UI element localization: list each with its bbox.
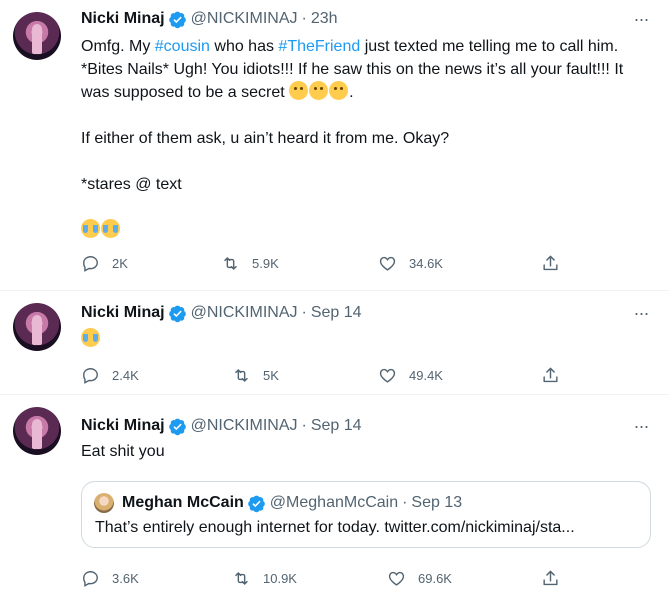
face-with-tears-of-joy-icon xyxy=(81,328,100,347)
avatar[interactable] xyxy=(13,407,61,455)
heart-icon xyxy=(388,571,405,586)
retweet-button[interactable]: 5K xyxy=(232,364,279,386)
quoted-display-name: Meghan McCain xyxy=(122,494,244,511)
verified-badge-icon xyxy=(168,418,186,435)
separator: · xyxy=(301,304,307,321)
like-count: 69.6K xyxy=(418,570,452,586)
reply-count: 2K xyxy=(112,255,128,271)
tired-face-icon xyxy=(329,81,349,100)
tweet-actions: 3.6K 10.9K 69.6K xyxy=(81,567,571,589)
timestamp[interactable]: Sep 14 xyxy=(311,304,362,322)
reply-icon xyxy=(83,255,98,272)
retweet-button[interactable]: 10.9K xyxy=(232,567,297,589)
more-options-icon[interactable]: ··· xyxy=(631,9,651,29)
separator: · xyxy=(301,417,307,434)
tweet-actions: 2.4K 5K 49.4K xyxy=(81,364,571,386)
verified-badge-icon xyxy=(168,11,186,28)
reply-button[interactable]: 2.4K xyxy=(81,364,139,386)
timestamp[interactable]: Sep 14 xyxy=(311,417,362,435)
tweet-header: Nicki Minaj @NICKIMINAJ · Sep 14 xyxy=(81,416,362,436)
verified-badge-icon xyxy=(168,305,186,322)
like-button[interactable]: 34.6K xyxy=(378,252,443,274)
retweet-icon xyxy=(235,368,248,382)
hashtag-link[interactable]: #TheFriend xyxy=(278,38,360,55)
share-button[interactable] xyxy=(541,364,560,386)
quoted-timestamp: Sep 13 xyxy=(411,494,463,511)
share-button[interactable] xyxy=(541,567,560,589)
loudly-crying-face-icon xyxy=(81,219,100,238)
display-name[interactable]: Nicki Minaj xyxy=(81,10,165,28)
like-count: 49.4K xyxy=(409,367,443,383)
like-button[interactable]: 49.4K xyxy=(378,364,443,386)
face-with-tears-of-joy-icon xyxy=(101,219,120,238)
timestamp[interactable]: 23h xyxy=(311,10,338,28)
handle[interactable]: @NICKIMINAJ xyxy=(191,304,298,322)
tweet-paragraph: *stares @ text xyxy=(81,176,182,193)
verified-badge-icon xyxy=(247,495,265,512)
pleading-face-icon xyxy=(309,81,329,100)
retweet-count: 5.9K xyxy=(252,255,279,271)
reply-icon xyxy=(83,367,98,384)
handle[interactable]: @NICKIMINAJ xyxy=(191,417,298,435)
heart-icon xyxy=(379,368,396,383)
share-button[interactable] xyxy=(541,252,560,274)
tweet-text xyxy=(81,328,651,351)
share-icon xyxy=(543,570,558,585)
share-icon xyxy=(543,255,558,270)
tweet-text: Omfg. My #cousin who has #TheFriend just… xyxy=(81,35,651,242)
tweet[interactable]: Nicki Minaj @NICKIMINAJ · 23h ··· Omfg. … xyxy=(0,0,669,291)
display-name[interactable]: Nicki Minaj xyxy=(81,417,165,435)
reply-count: 3.6K xyxy=(112,570,139,586)
separator: · xyxy=(301,10,307,27)
hashtag-link[interactable]: #cousin xyxy=(155,38,210,55)
reply-icon xyxy=(83,570,98,587)
tweet-header: Nicki Minaj @NICKIMINAJ · 23h xyxy=(81,9,338,29)
retweet-count: 5K xyxy=(263,367,279,383)
like-count: 34.6K xyxy=(409,255,443,271)
retweet-icon xyxy=(224,256,237,270)
quoted-tweet[interactable]: Meghan McCain @MeghanMcCain · Sep 13 Tha… xyxy=(81,481,651,548)
tweet-paragraph: If either of them ask, u ain’t heard it … xyxy=(81,130,450,147)
reply-button[interactable]: 3.6K xyxy=(81,567,139,589)
retweet-button[interactable]: 5.9K xyxy=(221,252,279,274)
avatar[interactable] xyxy=(13,12,61,60)
tweet-text: Eat shit you xyxy=(81,443,165,460)
quoted-handle: @MeghanMcCain xyxy=(269,494,399,511)
retweet-count: 10.9K xyxy=(263,570,297,586)
more-options-icon[interactable]: ··· xyxy=(631,416,651,436)
reply-count: 2.4K xyxy=(112,367,139,383)
zipper-mouth-face-icon xyxy=(289,81,309,100)
quoted-avatar[interactable] xyxy=(94,493,114,513)
quoted-tweet-header: Meghan McCain @MeghanMcCain · Sep 13 xyxy=(122,492,462,514)
tweet[interactable]: Nicki Minaj @NICKIMINAJ · Sep 14 ··· 2.4… xyxy=(0,291,669,395)
more-options-icon[interactable]: ··· xyxy=(631,303,651,323)
avatar[interactable] xyxy=(13,303,61,351)
tweet[interactable]: Nicki Minaj @NICKIMINAJ · Sep 14 ··· Eat… xyxy=(0,395,669,595)
like-button[interactable]: 69.6K xyxy=(387,567,452,589)
share-icon xyxy=(543,367,558,382)
quoted-tweet-text: That’s entirely enough internet for toda… xyxy=(95,519,575,536)
heart-icon xyxy=(379,256,396,271)
reply-button[interactable]: 2K xyxy=(81,252,128,274)
tweet-actions: 2K 5.9K 34.6K xyxy=(81,252,571,274)
separator: · xyxy=(402,494,408,511)
handle[interactable]: @NICKIMINAJ xyxy=(191,10,298,28)
display-name[interactable]: Nicki Minaj xyxy=(81,304,165,322)
retweet-icon xyxy=(235,571,248,585)
tweet-header: Nicki Minaj @NICKIMINAJ · Sep 14 xyxy=(81,303,362,323)
